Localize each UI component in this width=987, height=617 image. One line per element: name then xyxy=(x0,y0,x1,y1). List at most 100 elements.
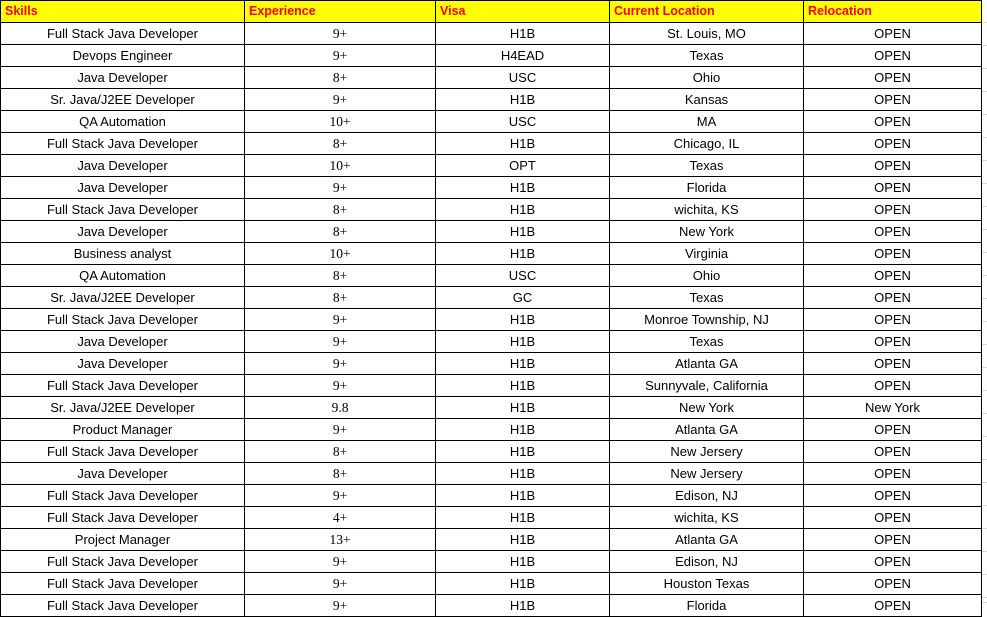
cell-experience[interactable]: 8+ xyxy=(245,265,436,287)
cell-experience[interactable]: 8+ xyxy=(245,463,436,485)
cell-location[interactable]: Houston Texas xyxy=(610,573,804,595)
cell-location[interactable]: Atlanta GA xyxy=(610,419,804,441)
cell-visa[interactable]: H1B xyxy=(436,419,610,441)
table-row[interactable]: Java Developer9+H1BFloridaOPEN xyxy=(1,177,982,199)
cell-relocation[interactable]: OPEN xyxy=(804,309,982,331)
cell-experience[interactable]: 8+ xyxy=(245,133,436,155)
cell-experience[interactable]: 9+ xyxy=(245,23,436,45)
cell-visa[interactable]: H1B xyxy=(436,463,610,485)
cell-relocation[interactable]: OPEN xyxy=(804,45,982,67)
table-row[interactable]: Full Stack Java Developer9+H1BFloridaOPE… xyxy=(1,595,982,617)
cell-skills[interactable]: Full Stack Java Developer xyxy=(1,573,245,595)
cell-relocation[interactable]: OPEN xyxy=(804,265,982,287)
cell-relocation[interactable]: OPEN xyxy=(804,221,982,243)
cell-location[interactable]: Atlanta GA xyxy=(610,353,804,375)
cell-location[interactable]: Florida xyxy=(610,177,804,199)
cell-visa[interactable]: H1B xyxy=(436,397,610,419)
cell-skills[interactable]: Sr. Java/J2EE Developer xyxy=(1,397,245,419)
cell-experience[interactable]: 9+ xyxy=(245,551,436,573)
cell-skills[interactable]: Devops Engineer xyxy=(1,45,245,67)
cell-location[interactable]: Texas xyxy=(610,331,804,353)
table-row[interactable]: Sr. Java/J2EE Developer9+H1BKansasOPEN xyxy=(1,89,982,111)
cell-relocation[interactable]: OPEN xyxy=(804,89,982,111)
cell-visa[interactable]: H1B xyxy=(436,309,610,331)
cell-experience[interactable]: 9+ xyxy=(245,595,436,617)
cell-visa[interactable]: OPT xyxy=(436,155,610,177)
cell-skills[interactable]: Java Developer xyxy=(1,353,245,375)
cell-experience[interactable]: 9.8 xyxy=(245,397,436,419)
cell-location[interactable]: MA xyxy=(610,111,804,133)
cell-visa[interactable]: H1B xyxy=(436,331,610,353)
cell-relocation[interactable]: OPEN xyxy=(804,529,982,551)
cell-relocation[interactable]: OPEN xyxy=(804,551,982,573)
table-row[interactable]: Full Stack Java Developer8+H1Bwichita, K… xyxy=(1,199,982,221)
cell-skills[interactable]: Full Stack Java Developer xyxy=(1,595,245,617)
table-row[interactable]: Full Stack Java Developer9+H1BMonroe Tow… xyxy=(1,309,982,331)
table-row[interactable]: Java Developer9+H1BAtlanta GAOPEN xyxy=(1,353,982,375)
cell-skills[interactable]: Project Manager xyxy=(1,529,245,551)
cell-relocation[interactable]: OPEN xyxy=(804,331,982,353)
cell-experience[interactable]: 9+ xyxy=(245,309,436,331)
cell-location[interactable]: Texas xyxy=(610,155,804,177)
table-row[interactable]: Business analyst10+H1BVirginiaOPEN xyxy=(1,243,982,265)
cell-location[interactable]: Atlanta GA xyxy=(610,529,804,551)
cell-location[interactable]: Florida xyxy=(610,595,804,617)
cell-experience[interactable]: 4+ xyxy=(245,507,436,529)
cell-location[interactable]: New York xyxy=(610,397,804,419)
table-row[interactable]: Java Developer9+H1BTexasOPEN xyxy=(1,331,982,353)
cell-visa[interactable]: H4EAD xyxy=(436,45,610,67)
cell-visa[interactable]: H1B xyxy=(436,177,610,199)
table-row[interactable]: Java Developer8+H1BNew YorkOPEN xyxy=(1,221,982,243)
cell-location[interactable]: wichita, KS xyxy=(610,507,804,529)
cell-experience[interactable]: 9+ xyxy=(245,419,436,441)
table-row[interactable]: Full Stack Java Developer8+H1BChicago, I… xyxy=(1,133,982,155)
cell-relocation[interactable]: OPEN xyxy=(804,155,982,177)
table-row[interactable]: Java Developer8+H1BNew JerseryOPEN xyxy=(1,463,982,485)
cell-experience[interactable]: 9+ xyxy=(245,177,436,199)
cell-visa[interactable]: H1B xyxy=(436,221,610,243)
cell-experience[interactable]: 13+ xyxy=(245,529,436,551)
cell-visa[interactable]: H1B xyxy=(436,199,610,221)
cell-relocation[interactable]: OPEN xyxy=(804,441,982,463)
column-header-experience[interactable]: Experience xyxy=(245,1,436,23)
cell-visa[interactable]: H1B xyxy=(436,353,610,375)
cell-visa[interactable]: H1B xyxy=(436,441,610,463)
cell-relocation[interactable]: OPEN xyxy=(804,595,982,617)
cell-skills[interactable]: Java Developer xyxy=(1,331,245,353)
cell-relocation[interactable]: OPEN xyxy=(804,287,982,309)
table-row[interactable]: Full Stack Java Developer9+H1BSt. Louis,… xyxy=(1,23,982,45)
cell-visa[interactable]: USC xyxy=(436,265,610,287)
cell-relocation[interactable]: OPEN xyxy=(804,177,982,199)
cell-relocation[interactable]: OPEN xyxy=(804,111,982,133)
column-header-current-location[interactable]: Current Location xyxy=(610,1,804,23)
cell-location[interactable]: Ohio xyxy=(610,67,804,89)
table-row[interactable]: Java Developer10+OPTTexasOPEN xyxy=(1,155,982,177)
cell-location[interactable]: Texas xyxy=(610,45,804,67)
table-row[interactable]: Product Manager9+H1BAtlanta GAOPEN xyxy=(1,419,982,441)
column-header-skills[interactable]: Skills xyxy=(1,1,245,23)
table-row[interactable]: Java Developer8+USCOhioOPEN xyxy=(1,67,982,89)
cell-location[interactable]: Chicago, IL xyxy=(610,133,804,155)
cell-location[interactable]: Sunnyvale, California xyxy=(610,375,804,397)
table-row[interactable]: Full Stack Java Developer9+H1BHouston Te… xyxy=(1,573,982,595)
table-row[interactable]: Project Manager13+H1BAtlanta GAOPEN xyxy=(1,529,982,551)
cell-location[interactable]: St. Louis, MO xyxy=(610,23,804,45)
cell-skills[interactable]: Java Developer xyxy=(1,177,245,199)
cell-visa[interactable]: H1B xyxy=(436,375,610,397)
cell-skills[interactable]: Full Stack Java Developer xyxy=(1,309,245,331)
cell-visa[interactable]: H1B xyxy=(436,595,610,617)
cell-relocation[interactable]: OPEN xyxy=(804,199,982,221)
cell-experience[interactable]: 10+ xyxy=(245,111,436,133)
cell-relocation[interactable]: OPEN xyxy=(804,573,982,595)
cell-experience[interactable]: 8+ xyxy=(245,67,436,89)
cell-location[interactable]: New York xyxy=(610,221,804,243)
column-header-relocation[interactable]: Relocation xyxy=(804,1,982,23)
cell-experience[interactable]: 10+ xyxy=(245,155,436,177)
cell-skills[interactable]: Full Stack Java Developer xyxy=(1,23,245,45)
cell-experience[interactable]: 9+ xyxy=(245,331,436,353)
table-row[interactable]: Sr. Java/J2EE Developer9.8H1BNew YorkNew… xyxy=(1,397,982,419)
table-row[interactable]: QA Automation10+USCMAOPEN xyxy=(1,111,982,133)
cell-skills[interactable]: Java Developer xyxy=(1,67,245,89)
cell-experience[interactable]: 9+ xyxy=(245,375,436,397)
cell-location[interactable]: New Jersery xyxy=(610,441,804,463)
